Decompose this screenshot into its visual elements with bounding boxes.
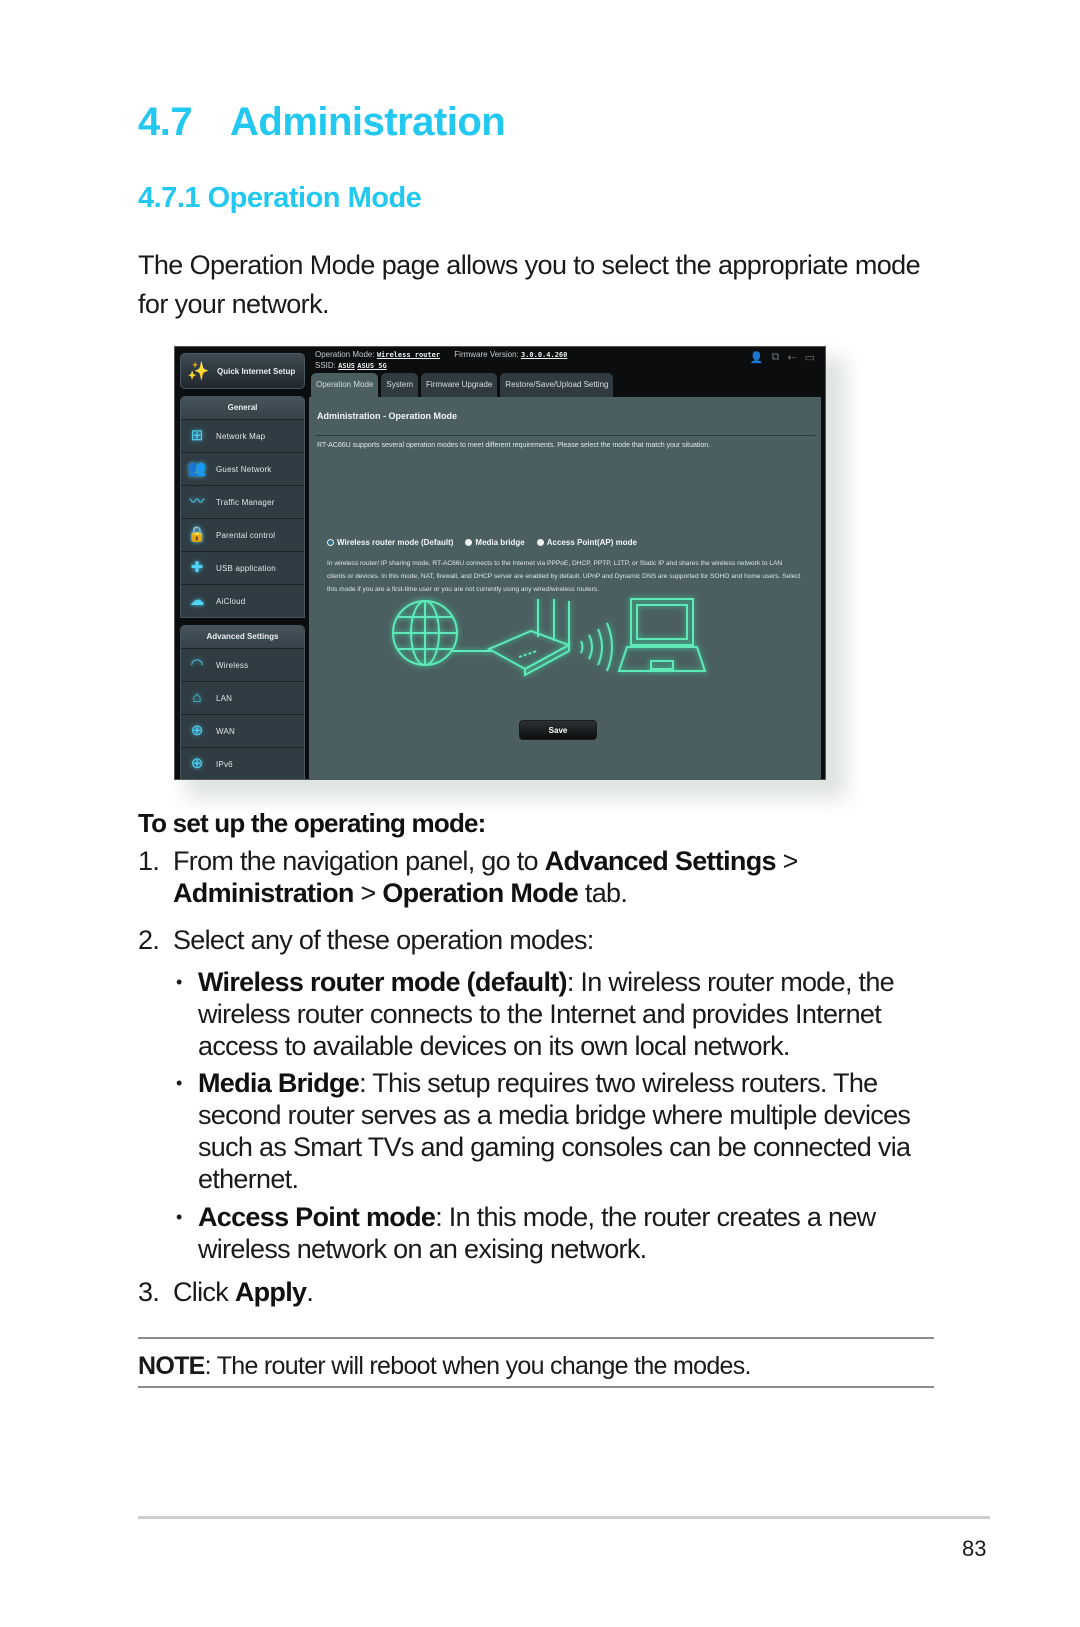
sidebar-item-lan[interactable]: ⌂ LAN	[181, 681, 304, 714]
step-2: 2. Select any of these operation modes:	[138, 925, 594, 955]
network-diagram	[392, 598, 707, 677]
section-heading: 4.7 Administration	[138, 100, 506, 144]
sidebar-item-guest-network[interactable]: 👥 Guest Network	[181, 452, 304, 485]
usb-status-icon[interactable]: ⇠	[787, 351, 796, 364]
bullet-access-point-mode: • Access Point mode: In this mode, the r…	[176, 1202, 876, 1264]
printer-status-icon[interactable]: ▭	[805, 351, 815, 364]
network-status-icon[interactable]: ⧉	[772, 351, 780, 364]
page-number: 83	[962, 1536, 987, 1561]
sidebar-general-header: General	[181, 397, 304, 419]
router-ui-screenshot: ✨ Quick Internet Setup General ⊞ Network …	[174, 346, 826, 780]
bullet-icon: •	[176, 1207, 182, 1227]
tab-firmware-upgrade[interactable]: Firmware Upgrade	[421, 373, 498, 397]
firmware-version-link[interactable]: 3.0.0.4.260	[521, 351, 567, 359]
step-3: 3. Click Apply.	[138, 1277, 314, 1307]
home-icon: ⌂	[192, 689, 202, 706]
intro-paragraph: The Operation Mode page allows you to se…	[138, 250, 921, 319]
operation-mode-link[interactable]: Wireless router	[377, 351, 440, 359]
panel-title: Administration - Operation Mode	[317, 411, 458, 421]
guest-network-icon: 👥	[187, 460, 207, 477]
operation-mode-panel: Administration - Operation Mode RT-AC66U…	[309, 397, 821, 779]
save-button[interactable]: Save	[519, 720, 597, 740]
wireless-signal-icon	[580, 622, 613, 672]
bullet-icon: •	[176, 972, 182, 992]
bullet-wireless-router-mode: • Wireless router mode (default): In wir…	[176, 967, 895, 1061]
wifi-icon: ◠	[190, 656, 204, 673]
step-1: 1. From the navigation panel, go to Adva…	[138, 846, 798, 908]
router-sidebar: ✨ Quick Internet Setup General ⊞ Network …	[180, 353, 305, 779]
radio-unselected-icon	[536, 539, 544, 546]
radio-unselected-icon	[465, 539, 473, 546]
ipv6-icon: ⊕	[190, 755, 204, 772]
radio-selected-icon	[327, 539, 334, 546]
panel-description: RT-AC66U supports several operation mode…	[317, 442, 711, 449]
traffic-manager-icon: 〰	[189, 493, 205, 510]
quick-internet-setup-button[interactable]: ✨ Quick Internet Setup	[180, 353, 305, 389]
magic-wand-icon: ✨	[187, 361, 210, 381]
radio-media-bridge[interactable]: Media bridge	[465, 538, 525, 547]
tab-system[interactable]: System	[381, 373, 419, 397]
radio-wireless-router-mode[interactable]: Wireless router mode (Default)	[327, 538, 453, 547]
admin-tabs: Operation Mode System Firmware Upgrade R…	[311, 373, 614, 397]
note-bottom-divider	[138, 1386, 934, 1388]
router-status-bar: Operation Mode: Wireless router Firmware…	[315, 350, 815, 370]
ssid-5g-link[interactable]: ASUS_5G	[357, 362, 387, 370]
tab-operation-mode[interactable]: Operation Mode	[311, 373, 379, 397]
tab-restore-save-upload[interactable]: Restore/Save/Upload Setting	[500, 373, 614, 397]
globe-icon: ⊕	[190, 722, 204, 739]
bullet-icon: •	[176, 1073, 182, 1093]
footer-divider	[138, 1516, 990, 1519]
sidebar-item-wan[interactable]: ⊕ WAN	[181, 714, 304, 747]
subsection-heading: 4.7.1 Operation Mode	[138, 182, 422, 214]
globe-icon	[392, 600, 458, 666]
sidebar-item-aicloud[interactable]: ☁ AiCloud	[181, 584, 304, 617]
router-icon	[486, 599, 572, 677]
sidebar-item-traffic-manager[interactable]: 〰 Traffic Manager	[181, 485, 304, 518]
puzzle-icon: ✚	[190, 559, 204, 576]
sidebar-item-wireless[interactable]: ◠ Wireless	[181, 648, 304, 681]
sidebar-advanced-group: Advanced Settings ◠ Wireless ⌂ LAN ⊕ WAN ⊕ I…	[180, 625, 305, 779]
sidebar-advanced-header: Advanced Settings	[181, 626, 304, 648]
mode-radio-group: Wireless router mode (Default) Media bri…	[327, 538, 637, 547]
note-top-divider	[138, 1337, 934, 1339]
sidebar-general-group: General ⊞ Network Map 👥 Guest Network 〰 Tra…	[180, 396, 305, 618]
network-map-icon: ⊞	[190, 427, 204, 444]
sidebar-item-usb-application[interactable]: ✚ USB application	[181, 551, 304, 584]
lock-icon: 🔒	[187, 526, 207, 543]
note: NOTE: The router will reboot when you ch…	[138, 1352, 751, 1380]
bullet-media-bridge: • Media Bridge: This setup requires two …	[176, 1068, 911, 1194]
laptop-icon	[617, 598, 707, 672]
panel-divider	[315, 435, 815, 436]
ssid-link[interactable]: ASUS	[338, 362, 355, 370]
sidebar-item-network-map[interactable]: ⊞ Network Map	[181, 419, 304, 452]
sidebar-item-parental-control[interactable]: 🔒 Parental control	[181, 518, 304, 551]
status-icons: 👤 ⧉ ⇠ ▭	[750, 351, 815, 364]
cloud-icon: ☁	[189, 592, 205, 609]
user-status-icon[interactable]: 👤	[750, 351, 764, 364]
radio-access-point-mode[interactable]: Access Point(AP) mode	[536, 538, 637, 547]
steps-heading: To set up the operating mode:	[138, 808, 486, 838]
sidebar-item-ipv6[interactable]: ⊕ IPv6	[181, 747, 304, 779]
